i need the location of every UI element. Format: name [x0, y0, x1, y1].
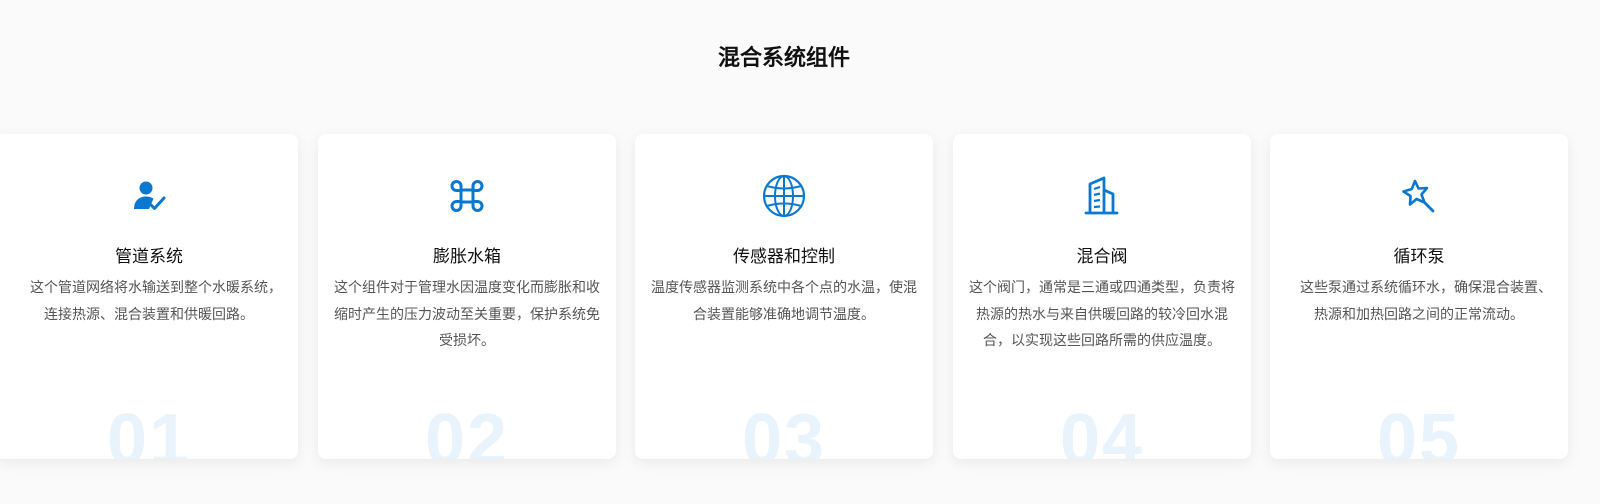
card-title: 管道系统: [115, 247, 183, 267]
component-card-sensors: 传感器和控制 温度传感器监测系统中各个点的水温，使混合装置能够准确地调节温度。 …: [635, 134, 933, 459]
card-title: 循环泵: [1393, 247, 1445, 267]
card-description: 这个管道网络将水输送到整个水暖系统，连接热源、混合装置和供暖回路。: [30, 280, 282, 323]
card-description: 这个阀门，通常是三通或四通类型，负责将热源的热水与来自供暖回路的较冷回水混合，以…: [969, 280, 1235, 349]
card-title: 混合阀: [1076, 247, 1128, 267]
card-number: 04: [1059, 400, 1145, 459]
building-icon: [1080, 174, 1124, 218]
card-title: 膨胀水箱: [433, 247, 501, 267]
globe-icon: [762, 174, 806, 218]
card-number: 01: [106, 400, 192, 459]
magic-star-icon: [1397, 174, 1441, 218]
component-card-expansion-tank: 膨胀水箱 这个组件对于管理水因温度变化而膨胀和收缩时产生的压力波动至关重要，保护…: [318, 134, 616, 459]
component-card-circulation-pump: 循环泵 这些泵通过系统循环水，确保混合装置、热源和加热回路之间的正常流动。 05: [1270, 134, 1568, 459]
card-number: 02: [424, 400, 510, 459]
user-check-icon: [127, 174, 171, 218]
card-number: 05: [1376, 400, 1462, 459]
component-card-mixing-valve: 混合阀 这个阀门，通常是三通或四通类型，负责将热源的热水与来自供暖回路的较冷回水…: [953, 134, 1251, 459]
component-card-piping: 管道系统 这个管道网络将水输送到整个水暖系统，连接热源、混合装置和供暖回路。 0…: [0, 134, 298, 459]
card-description: 温度传感器监测系统中各个点的水温，使混合装置能够准确地调节温度。: [651, 280, 917, 323]
command-icon: [445, 174, 489, 218]
components-card-list: 管道系统 这个管道网络将水输送到整个水暖系统，连接热源、混合装置和供暖回路。 0…: [0, 134, 1568, 459]
card-title: 传感器和控制: [733, 247, 835, 267]
card-description: 这个组件对于管理水因温度变化而膨胀和收缩时产生的压力波动至关重要，保护系统免受损…: [334, 280, 600, 349]
card-number: 03: [741, 400, 827, 459]
section-title: 混合系统组件: [717, 46, 850, 71]
card-description: 这些泵通过系统循环水，确保混合装置、热源和加热回路之间的正常流动。: [1300, 280, 1552, 323]
